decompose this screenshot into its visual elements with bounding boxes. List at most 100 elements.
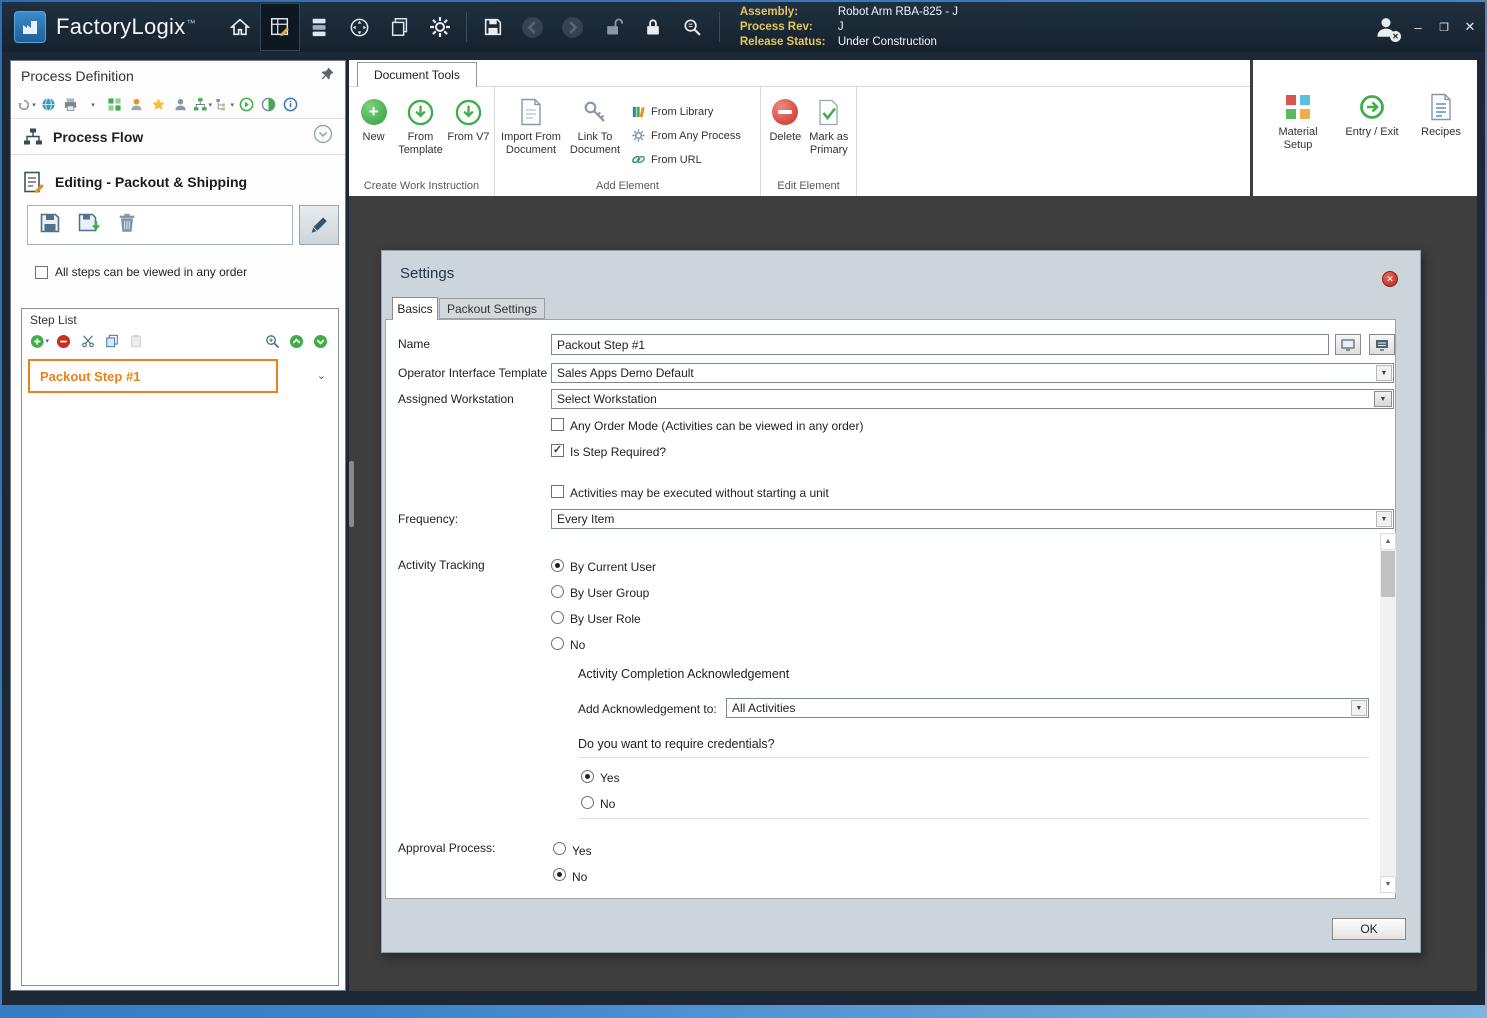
- move-down-button[interactable]: [311, 331, 330, 351]
- print-options-button[interactable]: ▾: [83, 95, 102, 115]
- print-button[interactable]: [61, 95, 80, 115]
- acknowledgement-select[interactable]: All Activities: [726, 698, 1369, 718]
- assigned-workstation-select[interactable]: Select Workstation: [551, 389, 1394, 409]
- step-item-label: Packout Step #1: [40, 368, 141, 384]
- dialog-close-button[interactable]: ✕: [1382, 271, 1398, 287]
- tab-packout-settings[interactable]: Packout Settings: [439, 298, 545, 319]
- scroll-thumb[interactable]: [1381, 551, 1395, 597]
- material-setup-button[interactable]: Material Setup: [1267, 92, 1329, 152]
- step-item-packout-step-1[interactable]: Packout Step #1: [28, 359, 278, 393]
- step-expand-chevron-icon[interactable]: ⌄: [317, 369, 326, 382]
- mark-as-primary-button[interactable]: Mark as Primary: [806, 97, 852, 157]
- pin-button[interactable]: [320, 66, 335, 86]
- cut-button[interactable]: [78, 331, 97, 351]
- activities-without-unit-checkbox[interactable]: [551, 485, 564, 498]
- operator-button[interactable]: [171, 95, 190, 115]
- sidebar-title: Process Definition: [21, 68, 134, 84]
- name-tool-button-2[interactable]: [1369, 334, 1395, 355]
- group-label: Create Work Instruction: [363, 180, 480, 192]
- favorite-button[interactable]: [149, 95, 168, 115]
- radio-by-user-role[interactable]: [551, 611, 564, 624]
- display-icon: [1341, 338, 1355, 351]
- find-step-button[interactable]: [263, 331, 282, 351]
- operator-interface-template-select[interactable]: Sales Apps Demo Default: [551, 363, 1394, 383]
- scroll-up-button[interactable]: [1380, 533, 1396, 550]
- radio-approval-no[interactable]: [553, 868, 566, 881]
- chevron-down-circle-icon: [313, 124, 333, 144]
- globe-button[interactable]: [39, 95, 58, 115]
- import-step-button[interactable]: [76, 211, 102, 240]
- new-plus-icon: +: [360, 99, 387, 125]
- radio-by-user-group[interactable]: [551, 585, 564, 598]
- tree-view-button[interactable]: ▾: [215, 95, 234, 115]
- documents-button[interactable]: [380, 4, 420, 50]
- dropdown-arrow-icon: [1376, 365, 1392, 381]
- user-button[interactable]: ✕: [1365, 4, 1407, 50]
- home-button[interactable]: [220, 4, 260, 50]
- delete-step-button[interactable]: [116, 211, 138, 240]
- is-step-required-checkbox[interactable]: [551, 444, 564, 457]
- process-definition-button[interactable]: [259, 3, 300, 51]
- release-button[interactable]: [237, 95, 256, 115]
- unlock-button[interactable]: [593, 4, 633, 50]
- search-button[interactable]: [673, 4, 713, 50]
- collapse-button[interactable]: [313, 124, 333, 149]
- modules-button[interactable]: [105, 95, 124, 115]
- from-v7-button[interactable]: From V7: [447, 97, 490, 144]
- radio-approval-yes[interactable]: [553, 842, 566, 855]
- name-input[interactable]: [551, 334, 1329, 355]
- titlebar-separator: [465, 12, 467, 42]
- back-button[interactable]: [513, 4, 553, 50]
- dialog-scrollbar[interactable]: [1380, 533, 1396, 893]
- forward-button[interactable]: [553, 4, 593, 50]
- settings-button[interactable]: [420, 4, 460, 50]
- import-from-document-button[interactable]: Import From Document: [499, 97, 563, 157]
- scroll-down-button[interactable]: [1380, 876, 1396, 893]
- assign-user-button[interactable]: [127, 95, 146, 115]
- save-step-button[interactable]: [38, 211, 62, 240]
- maximize-button[interactable]: [1433, 12, 1455, 42]
- radio-credentials-yes[interactable]: [581, 770, 594, 783]
- radio-tracking-no[interactable]: [551, 637, 564, 650]
- factorylogix-logo-icon: [14, 11, 46, 43]
- tab-basics[interactable]: Basics: [392, 297, 438, 320]
- any-order-checkbox[interactable]: [35, 265, 48, 279]
- edit-work-instruction-button[interactable]: [299, 205, 339, 245]
- recipes-button[interactable]: Recipes: [1415, 92, 1467, 139]
- copy-button[interactable]: [102, 331, 121, 351]
- tab-document-tools[interactable]: Document Tools: [357, 62, 477, 87]
- frequency-select[interactable]: Every Item: [551, 509, 1394, 529]
- entry-exit-button[interactable]: Entry / Exit: [1339, 92, 1405, 139]
- process-flow-row[interactable]: Process Flow: [11, 119, 345, 155]
- from-library-button[interactable]: From Library: [631, 101, 741, 122]
- any-order-mode-checkbox[interactable]: [551, 418, 564, 431]
- from-template-button[interactable]: From Template: [394, 97, 447, 157]
- undo-button[interactable]: ▾: [17, 95, 36, 115]
- from-any-process-button[interactable]: From Any Process: [631, 125, 741, 146]
- dispatch-button[interactable]: [340, 4, 380, 50]
- group-add-element: Import From Document Link To Document Fr…: [495, 87, 761, 196]
- ok-button[interactable]: OK: [1332, 918, 1406, 940]
- panel-handle[interactable]: [349, 461, 354, 527]
- name-tool-button-1[interactable]: [1335, 334, 1361, 355]
- recipes-icon: [1431, 93, 1451, 121]
- info-button[interactable]: [281, 95, 300, 115]
- remove-step-button[interactable]: [54, 331, 73, 351]
- from-url-button[interactable]: From URL: [631, 149, 741, 170]
- status-button[interactable]: [259, 95, 278, 115]
- add-step-button[interactable]: ▾: [30, 331, 49, 351]
- dropdown-arrow-icon: [1351, 700, 1367, 716]
- minimize-button[interactable]: [1407, 12, 1429, 42]
- save-button[interactable]: [473, 4, 513, 50]
- link-to-document-button[interactable]: Link To Document: [563, 97, 627, 157]
- delete-element-button[interactable]: Delete: [765, 97, 806, 144]
- workflow-button[interactable]: [300, 4, 340, 50]
- close-window-button[interactable]: [1459, 12, 1481, 42]
- radio-by-current-user[interactable]: [551, 559, 564, 572]
- flow-view-button[interactable]: ▾: [193, 95, 212, 115]
- lock-button[interactable]: [633, 4, 673, 50]
- move-up-button[interactable]: [287, 331, 306, 351]
- paste-button[interactable]: [126, 331, 145, 351]
- radio-credentials-no[interactable]: [581, 796, 594, 809]
- new-button[interactable]: + New: [353, 97, 394, 144]
